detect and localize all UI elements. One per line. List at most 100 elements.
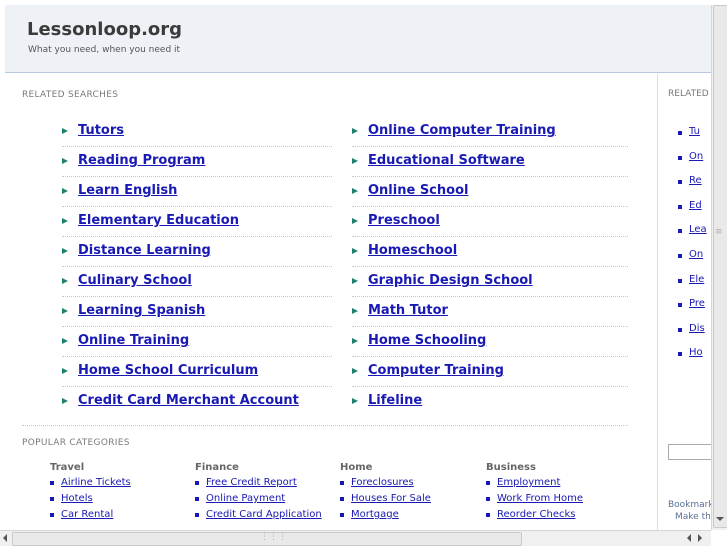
related-search-row: Credit Card Merchant Account xyxy=(62,388,332,416)
related-search-row: Homeschool xyxy=(352,238,628,267)
category-link[interactable]: Credit Card Application xyxy=(195,509,322,521)
related-search-link[interactable]: Online School xyxy=(368,183,468,198)
bullet-icon xyxy=(50,497,54,501)
arrow-icon xyxy=(352,158,358,164)
category-link[interactable]: Foreclosures xyxy=(340,477,431,489)
related-search-link[interactable]: Culinary School xyxy=(78,273,192,288)
arrow-icon xyxy=(62,308,68,314)
vertical-scroll-thumb[interactable] xyxy=(713,5,727,528)
category-title: Travel xyxy=(50,462,85,473)
arrow-icon xyxy=(352,128,358,134)
related-search-link[interactable]: Homeschool xyxy=(368,243,457,258)
site-title[interactable]: Lessonloop.org xyxy=(27,19,182,40)
arrow-icon xyxy=(62,338,68,344)
category-link[interactable]: Free Credit Report xyxy=(195,477,322,489)
bullet-icon xyxy=(486,481,490,485)
bullet-icon xyxy=(678,204,682,209)
related-search-link[interactable]: Learn English xyxy=(78,183,177,198)
related-search-link[interactable]: Online Training xyxy=(78,333,189,348)
related-search-link[interactable]: Reading Program xyxy=(78,153,205,168)
sidebar-link[interactable]: Ele xyxy=(678,274,704,285)
related-search-link[interactable]: Home School Curriculum xyxy=(78,363,258,378)
bullet-icon xyxy=(678,254,682,258)
related-search-row: Lifeline xyxy=(352,388,628,416)
scroll-left-icon[interactable] xyxy=(3,534,7,542)
category-link[interactable]: Mortgage xyxy=(340,509,431,521)
category-travel: Travel Airline Tickets Hotels Car Rental xyxy=(50,462,131,521)
arrow-icon xyxy=(62,158,68,164)
related-search-link[interactable]: Home Schooling xyxy=(368,333,486,348)
related-search-row: Online Computer Training xyxy=(352,118,628,147)
related-search-link[interactable]: Lifeline xyxy=(368,393,422,408)
related-search-link[interactable]: Learning Spanish xyxy=(78,303,205,318)
related-search-row: Math Tutor xyxy=(352,298,628,327)
sidebar-link[interactable]: On xyxy=(678,151,703,162)
related-search-link[interactable]: Educational Software xyxy=(368,153,525,168)
horizontal-scrollbar[interactable]: ⋮⋮⋮ xyxy=(0,530,711,546)
bullet-icon xyxy=(678,278,682,283)
bullet-icon xyxy=(678,352,682,357)
related-search-link[interactable]: Distance Learning xyxy=(78,243,211,258)
vertical-scrollbar[interactable]: ≡ xyxy=(711,5,727,530)
sidebar-link[interactable]: Re xyxy=(678,175,702,186)
arrow-icon xyxy=(62,188,68,194)
related-search-link[interactable]: Graphic Design School xyxy=(368,273,533,288)
sidebar-link[interactable]: Ho xyxy=(678,347,703,358)
arrow-icon xyxy=(352,308,358,314)
related-search-row: Learning Spanish xyxy=(62,298,332,327)
arrow-icon xyxy=(62,248,68,254)
related-search-link[interactable]: Computer Training xyxy=(368,363,504,378)
bullet-icon xyxy=(678,131,682,135)
bullet-icon xyxy=(340,481,344,485)
grip-icon: ≡ xyxy=(715,227,723,237)
related-searches-title: RELATED SEARCHES xyxy=(22,90,119,100)
arrow-icon xyxy=(62,278,68,284)
bullet-icon xyxy=(678,229,682,234)
bullet-icon xyxy=(678,155,682,160)
category-link[interactable]: Hotels xyxy=(50,493,131,505)
bullet-icon xyxy=(340,513,344,517)
bullet-icon xyxy=(678,303,682,308)
sidebar-link[interactable]: Lea xyxy=(678,224,707,235)
arrow-icon xyxy=(352,188,358,194)
category-link[interactable]: Work From Home xyxy=(486,493,583,505)
scroll-down-icon[interactable] xyxy=(716,517,724,521)
popular-categories-title: POPULAR CATEGORIES xyxy=(22,438,130,448)
sidebar-link[interactable]: Ed xyxy=(678,200,702,211)
category-link[interactable]: Houses For Sale xyxy=(340,493,431,505)
related-search-link[interactable]: Elementary Education xyxy=(78,213,239,228)
category-link[interactable]: Reorder Checks xyxy=(486,509,583,521)
related-search-link[interactable]: Math Tutor xyxy=(368,303,448,318)
category-link[interactable]: Employment xyxy=(486,477,583,489)
related-search-row: Elementary Education xyxy=(62,208,332,237)
make-homepage-link[interactable]: Make thi xyxy=(675,512,713,522)
related-search-row: Tutors xyxy=(62,118,332,147)
related-search-link[interactable]: Tutors xyxy=(78,123,124,138)
bookmark-link[interactable]: Bookmark xyxy=(668,500,714,510)
related-search-row: Learn English xyxy=(62,178,332,207)
related-search-link[interactable]: Credit Card Merchant Account xyxy=(78,393,299,408)
category-link[interactable]: Online Payment xyxy=(195,493,322,505)
sidebar-title: RELATED xyxy=(668,89,709,99)
grip-icon: ⋮⋮⋮ xyxy=(260,532,287,542)
category-link[interactable]: Car Rental xyxy=(50,509,131,521)
category-link[interactable]: Airline Tickets xyxy=(50,477,131,489)
related-search-row: Home Schooling xyxy=(352,328,628,357)
arrow-icon xyxy=(62,218,68,224)
related-search-link[interactable]: Online Computer Training xyxy=(368,123,556,138)
sidebar-link[interactable]: Tu xyxy=(678,126,700,137)
arrow-icon xyxy=(62,398,68,404)
scroll-right-icon[interactable] xyxy=(698,534,702,542)
related-search-link[interactable]: Preschool xyxy=(368,213,440,228)
bullet-icon xyxy=(678,327,682,332)
scroll-left-icon[interactable] xyxy=(687,534,691,542)
sidebar-link[interactable]: On xyxy=(678,249,703,260)
arrow-icon xyxy=(352,278,358,284)
bullet-icon xyxy=(486,513,490,517)
category-title: Finance xyxy=(195,462,239,473)
related-search-row: Culinary School xyxy=(62,268,332,297)
arrow-icon xyxy=(352,338,358,344)
sidebar-link[interactable]: Dis xyxy=(678,323,705,334)
related-search-row: Distance Learning xyxy=(62,238,332,267)
sidebar-link[interactable]: Pre xyxy=(678,298,705,309)
